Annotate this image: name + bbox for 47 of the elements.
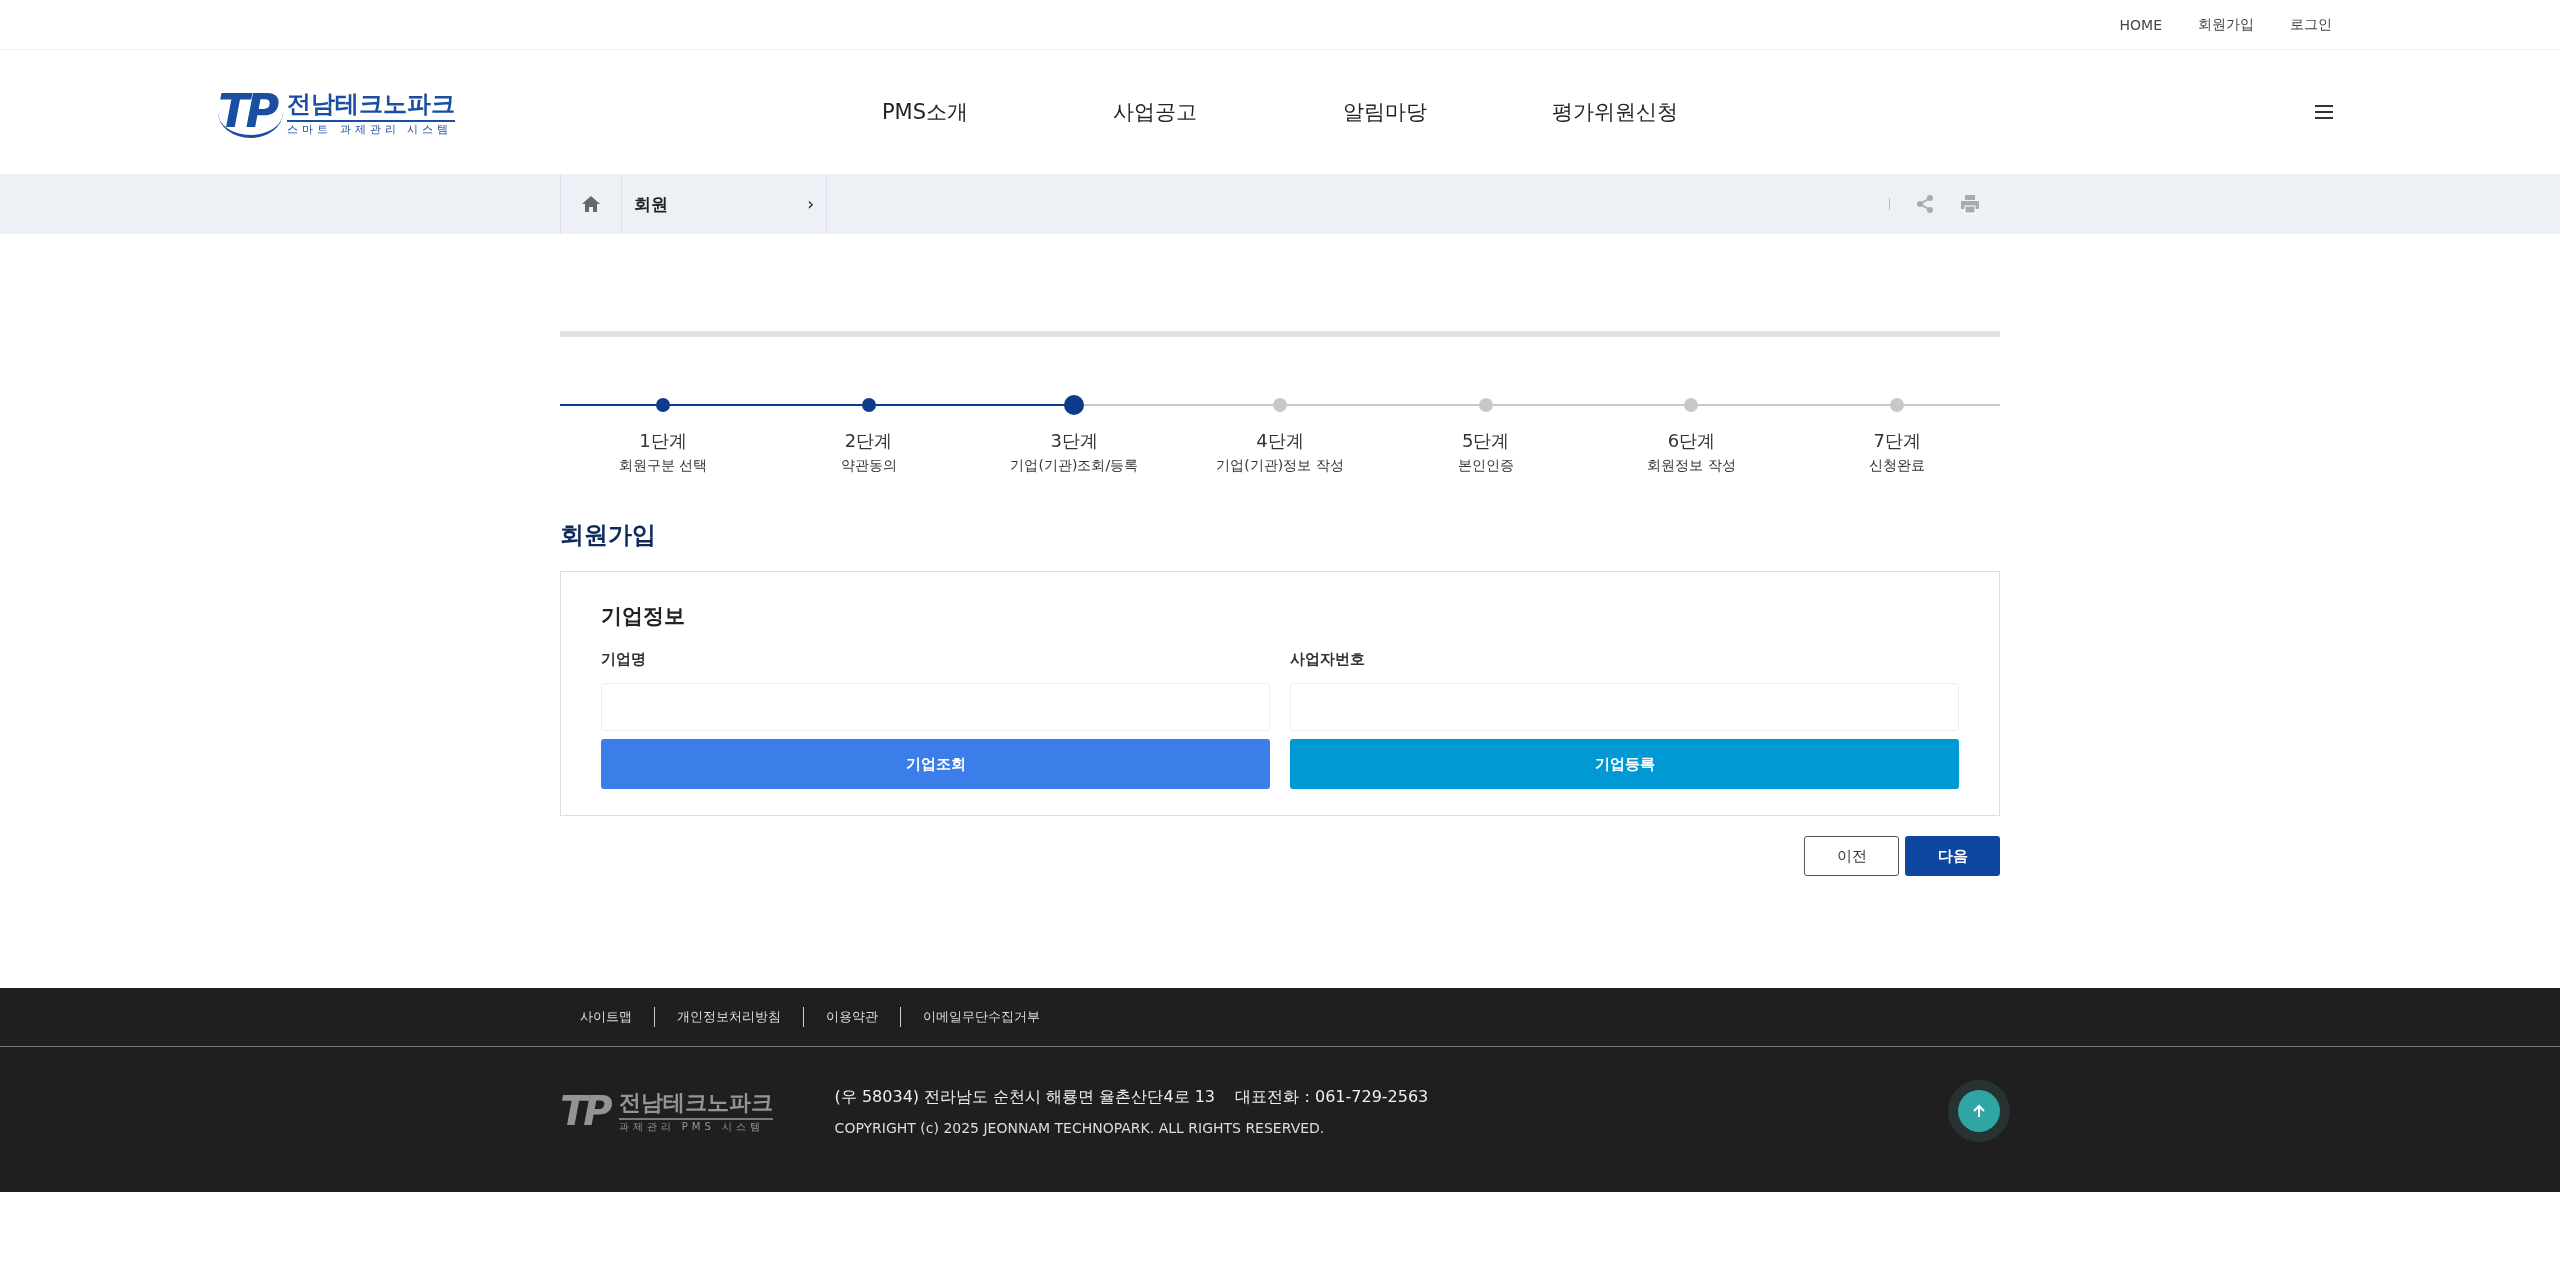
print-icon[interactable]: [1960, 194, 1980, 214]
nav-item[interactable]: 알림마당: [1270, 98, 1500, 126]
footer-link[interactable]: 사이트맵: [580, 1008, 632, 1026]
footer-link[interactable]: 개인정보처리방침: [677, 1008, 781, 1026]
step-title: 3단계: [1050, 429, 1098, 453]
top-link[interactable]: HOME: [2119, 16, 2162, 33]
step-label: 기업(기관)조회/등록: [1010, 457, 1139, 475]
logo-subtitle: 스마트 과제관리 시스템: [287, 119, 456, 137]
menu-icon[interactable]: [2314, 104, 2334, 120]
nav-item[interactable]: 평가위원신청: [1500, 98, 1730, 126]
step-label: 기업(기관)정보 작성: [1216, 457, 1344, 475]
breadcrumb-dropdown[interactable]: 회원 ›: [622, 174, 827, 234]
search-button[interactable]: 기업조회: [601, 739, 1270, 789]
footer-link[interactable]: 이메일무단수집거부: [923, 1008, 1040, 1026]
share-icon[interactable]: [1916, 194, 1934, 214]
nav-item[interactable]: 사업공고: [1040, 98, 1270, 126]
step-title: 1단계: [639, 429, 687, 453]
logo-name: 전남테크노파크: [618, 1089, 773, 1117]
field-label: 사업자번호: [1290, 650, 1366, 669]
step-title: 4단계: [1256, 429, 1304, 453]
step-title: 7단계: [1873, 429, 1921, 453]
previous-button[interactable]: 이전: [1804, 836, 1899, 876]
logo-subtitle: 과제관리 PMS 시스템: [618, 1118, 773, 1134]
step-label: 회원구분 선택: [618, 457, 708, 475]
logo-mark: TP: [218, 86, 284, 138]
step-label: 약관동의: [840, 457, 897, 475]
next-button[interactable]: 다음: [1905, 836, 2000, 876]
step-title: 6단계: [1667, 429, 1716, 453]
step-title: 2단계: [844, 429, 893, 453]
address-text: (우 58034) 전라남도 순천시 해룡면 율촌산단4로 13 대표전화 : 061-729-2563: [834, 1086, 1429, 1108]
home-icon: [581, 195, 601, 213]
nav-item[interactable]: PMS소개: [810, 98, 1040, 126]
logo-mark: TP: [560, 1088, 611, 1134]
top-link[interactable]: 회원가입: [2198, 15, 2254, 34]
field-label: 기업명: [601, 650, 647, 669]
step-label: 신청완료: [1869, 457, 1926, 475]
footer-link[interactable]: 이용약관: [826, 1008, 878, 1026]
arrow-up-icon: [1971, 1103, 1987, 1119]
step-title: 5단계: [1462, 429, 1510, 453]
page-title: 회원가입: [560, 520, 657, 551]
logo-name: 전남테크노파크: [287, 88, 456, 120]
section-title: 기업정보: [601, 603, 686, 630]
copyright-text: COPYRIGHT (c) 2025 JEONNAM TECHNOPARK. ALL RIGHTS RESERVED.: [834, 1119, 1326, 1136]
step-label: 본인인증: [1457, 457, 1514, 475]
step-label: 회원정보 작성: [1647, 457, 1736, 475]
top-link[interactable]: 로그인: [2290, 15, 2332, 34]
home-button[interactable]: [560, 174, 622, 234]
